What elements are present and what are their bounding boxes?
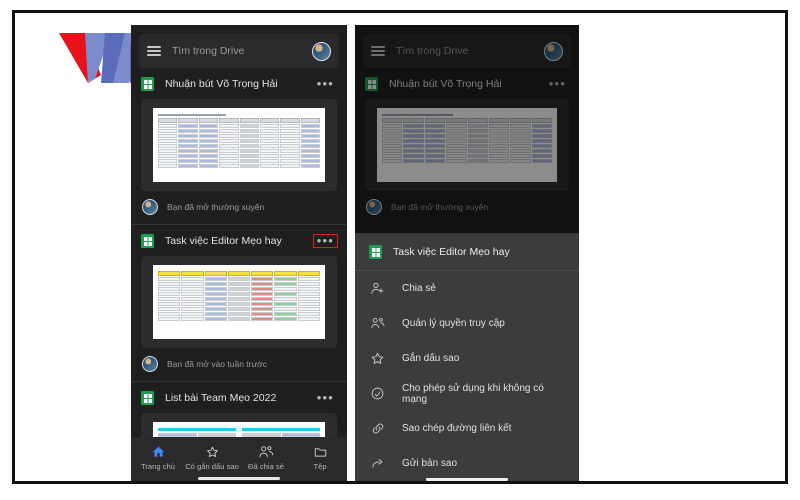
offline-icon [369,385,386,402]
menu-item-label: Cho phép sử dụng khi không có mạng [402,382,544,405]
search-input[interactable]: Tìm trong Drive [172,45,312,57]
nav-item-starred[interactable]: Có gắn dấu sao [185,444,239,471]
folder-icon [293,444,347,459]
google-sheets-icon [141,391,154,405]
file-meta-text: Bạn đã mở vào tuần trước [167,359,267,369]
nav-label: Trang chủ [141,462,175,471]
nav-label: Tệp [313,462,327,471]
hamburger-icon[interactable] [147,46,161,56]
file-meta-row: Bạn đã mở thường xuyên [131,191,347,224]
sheet-file-title: Task việc Editor Mẹo hay [393,246,510,258]
more-options-icon[interactable]: ••• [312,234,339,248]
user-avatar[interactable] [312,41,331,61]
menu-item-copy-link[interactable]: Sao chép đường liên kết [355,411,579,446]
left-app-bar: Tìm trong Drive [139,34,339,68]
menu-item-share[interactable]: Chia sẻ [355,271,579,306]
send-icon [369,455,386,472]
file-name: List bài Team Mẹo 2022 [165,392,277,404]
file-card[interactable]: Task việc Editor Mẹo hay ••• Bạn đã mở v… [131,225,347,381]
menu-item-star[interactable]: Gắn dấu sao [355,341,579,376]
file-name: Nhuận bút Võ Trọng Hải [165,78,278,90]
file-thumbnail-container[interactable] [141,256,337,348]
file-meta-row: Bạn đã mở vào tuần trước [131,348,347,381]
menu-item-label: Quản lý quyền truy cập [402,318,505,329]
more-options-icon[interactable]: ••• [314,77,337,90]
file-header-row: Task việc Editor Mẹo hay ••• [131,225,347,256]
google-sheets-icon [141,234,154,248]
menu-item-offline[interactable]: Cho phép sử dụng khi không có mạng [355,376,579,411]
screenshot-frame: VUHOÀNG TELECOM Chuyên Phân Phối Camera … [12,10,788,484]
nav-item-shared[interactable]: Đã chia sẻ [239,444,293,471]
link-icon [369,420,386,437]
menu-item-manage-access[interactable]: Quản lý quyền truy cập [355,306,579,341]
menu-item-label: Gửi bản sao [402,458,458,469]
spreadsheet-thumbnail [153,265,325,339]
file-thumbnail-container[interactable] [141,99,337,191]
sheet-file-header: Task việc Editor Mẹo hay [355,233,579,270]
menu-item-label: Chia sẻ [402,283,436,294]
left-phone-screen: Tìm trong Drive Nhuận bút Võ Trọng Hải •… [131,25,347,481]
people-icon [369,315,386,332]
home-indicator [198,477,280,480]
nav-item-home[interactable]: Trang chủ [131,444,185,471]
nav-label: Đã chia sẻ [248,462,284,471]
owner-avatar [142,356,158,372]
person-add-icon [369,280,386,297]
menu-item-label: Sao chép đường liên kết [402,423,512,434]
star-icon [185,444,239,459]
file-card[interactable]: Nhuận bút Võ Trọng Hải ••• Bạn đã mở thư… [131,68,347,224]
star-icon [369,350,386,367]
nav-label: Có gắn dấu sao [185,462,239,471]
more-options-icon[interactable]: ••• [314,391,337,404]
file-name: Task việc Editor Mẹo hay [165,235,282,247]
menu-item-label: Gắn dấu sao [402,353,460,364]
menu-item-open-with[interactable]: Mở trong [355,481,579,484]
google-sheets-icon [369,245,382,259]
right-phone-screen: Tìm trong Drive Nhuận bút Võ Trọng Hải •… [355,25,579,484]
google-sheets-icon [141,77,154,91]
file-header-row: Nhuận bút Võ Trọng Hải ••• [131,68,347,99]
action-bottom-sheet: Task việc Editor Mẹo hay Chia sẻ Quản lý… [355,233,579,484]
bottom-navigation-bar: Trang chủ Có gắn dấu sao Đã chia sẻ Tệp [131,437,347,481]
file-header-row: List bài Team Mẹo 2022 ••• [131,382,347,413]
home-icon [131,444,185,459]
nav-item-files[interactable]: Tệp [293,444,347,471]
owner-avatar [142,199,158,215]
home-indicator [426,477,508,481]
people-icon [239,444,293,459]
spreadsheet-thumbnail [153,108,325,182]
menu-item-send-copy[interactable]: Gửi bản sao [355,446,579,481]
file-meta-text: Bạn đã mở thường xuyên [167,202,265,212]
